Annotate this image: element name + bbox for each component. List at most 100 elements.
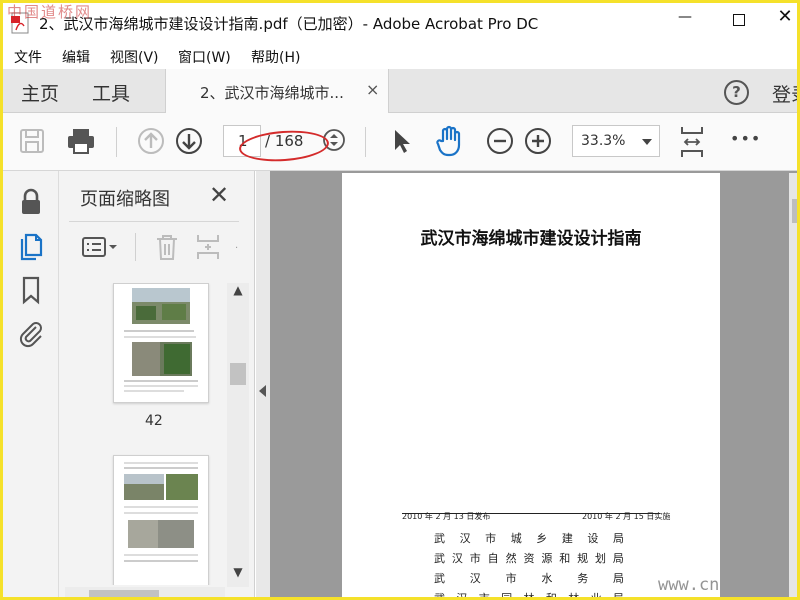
scroll-up-icon[interactable]: ▲ [227, 283, 249, 305]
org-character: 划 [595, 552, 607, 565]
tab-row: 主页 工具 2、武汉市海绵城市... × ? 登录 [3, 69, 797, 113]
org-character: 汉 [456, 592, 468, 600]
close-window-button[interactable]: ✕ [765, 6, 797, 27]
tab-document-label: 2、武汉市海绵城市... [200, 84, 344, 102]
left-navigation-rail [3, 171, 59, 597]
scroll-down-icon[interactable]: ▼ [227, 565, 249, 587]
org-character: 和 [559, 552, 571, 565]
attachment-icon[interactable] [16, 319, 46, 349]
org-line: 武汉市自然资源和规划局 [434, 550, 624, 566]
thumbnail-scrollbar[interactable]: ▲ ▼ [227, 283, 249, 587]
maximize-button[interactable] [719, 9, 759, 30]
org-line: 武汉市园林和林业局 [434, 590, 624, 600]
previous-page-icon[interactable] [137, 127, 165, 155]
panel-title: 页面缩略图 [80, 189, 170, 210]
document-title: 武汉市海绵城市建设设计指南 [420, 229, 642, 249]
org-character: 局 [613, 592, 624, 600]
org-character: 资 [523, 552, 535, 565]
bookmark-icon[interactable] [16, 275, 46, 305]
window-title: 2、武汉市海绵城市建设设计指南.pdf（已加密）- Adobe Acrobat … [39, 15, 539, 33]
pdf-page[interactable]: 武汉市海绵城市建设设计指南 2010 年 2 月 13 日发布 2010 年 2… [342, 173, 720, 600]
menu-bar: 文件 编辑 视图(V) 窗口(W) 帮助(H) [3, 43, 797, 69]
org-character: 然 [505, 552, 517, 565]
org-character: 务 [577, 572, 589, 585]
fit-page-icon[interactable] [679, 125, 705, 159]
toolbar-separator [365, 127, 366, 157]
org-character: 局 [612, 532, 624, 545]
zoom-level-dropdown[interactable]: 33.3% [572, 125, 660, 157]
thumbnail-options-icon[interactable] [81, 235, 121, 261]
org-character: 局 [612, 552, 624, 565]
zoom-level-value: 33.3% [581, 133, 626, 149]
effective-date: 2010 年 2 月 15 日实施 [582, 512, 671, 521]
select-cursor-icon[interactable] [392, 128, 412, 154]
close-tab-icon[interactable]: × [366, 80, 379, 99]
help-icon[interactable]: ? [724, 80, 749, 105]
scrollbar-thumb[interactable] [230, 363, 246, 385]
hand-tool-icon[interactable] [435, 125, 465, 157]
org-character: 市 [478, 592, 490, 600]
chevron-left-icon [259, 385, 266, 397]
menu-file[interactable]: 文件 [14, 47, 42, 67]
org-character: 武 [434, 532, 445, 545]
org-character: 市 [469, 552, 481, 565]
thumbnail-page-number: 42 [145, 413, 163, 429]
thumbnail-image [124, 288, 198, 392]
lock-icon[interactable] [16, 187, 46, 217]
print-icon[interactable] [66, 127, 96, 155]
menu-help[interactable]: 帮助(H) [251, 47, 300, 67]
tab-document[interactable]: 2、武汉市海绵城市... × [165, 69, 389, 113]
tab-tools[interactable]: 工具 [92, 79, 130, 106]
scrollbar-thumb[interactable] [89, 590, 159, 597]
menu-view[interactable]: 视图(V) [110, 47, 159, 67]
page-thumbnail[interactable] [113, 455, 209, 585]
menu-edit[interactable]: 编辑 [62, 47, 90, 67]
panel-divider [69, 221, 239, 222]
org-line: 武汉市水务局 [434, 570, 624, 586]
org-character: 和 [545, 592, 557, 600]
org-character: 城 [510, 532, 522, 545]
panel-separator [135, 233, 136, 261]
tab-home[interactable]: 主页 [21, 79, 59, 106]
org-character: 水 [541, 572, 553, 585]
menu-window[interactable]: 窗口(W) [178, 47, 231, 67]
page-thumbnails-icon[interactable] [16, 231, 46, 261]
zoom-out-icon[interactable] [486, 127, 514, 155]
delete-page-icon[interactable] [154, 233, 180, 261]
org-character: 武 [434, 552, 445, 565]
more-options-icon[interactable]: · [235, 243, 238, 254]
scrollbar-thumb[interactable] [792, 199, 797, 223]
org-character: 建 [561, 532, 573, 545]
zoom-in-icon[interactable] [524, 127, 552, 155]
collapse-panel-handle[interactable] [256, 171, 270, 597]
insert-page-icon[interactable] [195, 233, 221, 261]
watermark-url: www.cn [658, 575, 720, 595]
maximize-icon [733, 14, 745, 26]
save-icon[interactable] [19, 128, 45, 154]
page-thumbnail[interactable] [113, 283, 209, 403]
org-line: 武 汉 市城 乡建 设局 [434, 530, 624, 546]
org-character: 汉 [451, 552, 463, 565]
watermark-text: 中国道桥网 [7, 3, 93, 21]
org-character: 汉 [469, 572, 481, 585]
close-panel-icon[interactable]: ✕ [209, 181, 229, 209]
org-character: 武 [434, 572, 445, 585]
toolbar-separator [116, 127, 117, 157]
minimize-button[interactable]: — [665, 9, 705, 25]
org-character: 局 [612, 572, 624, 585]
next-page-icon[interactable] [175, 127, 203, 155]
sign-in-link[interactable]: 登录 [772, 80, 797, 107]
org-character: 市 [505, 572, 517, 585]
org-character: 业 [590, 592, 602, 600]
thumbnail-list: 42 [65, 283, 227, 585]
org-character: 设 [587, 532, 599, 545]
org-character: 汉 [459, 532, 471, 545]
horizontal-scrollbar[interactable] [65, 587, 225, 597]
document-scrollbar[interactable] [789, 173, 797, 597]
toolbar: 1 / 168 33.3% ••• [3, 113, 797, 171]
org-character: 林 [568, 592, 580, 600]
org-character: 武 [434, 592, 445, 600]
issue-date: 2010 年 2 月 13 日发布 [402, 512, 491, 521]
more-tools-icon[interactable]: ••• [730, 129, 761, 148]
org-character: 源 [541, 552, 553, 565]
